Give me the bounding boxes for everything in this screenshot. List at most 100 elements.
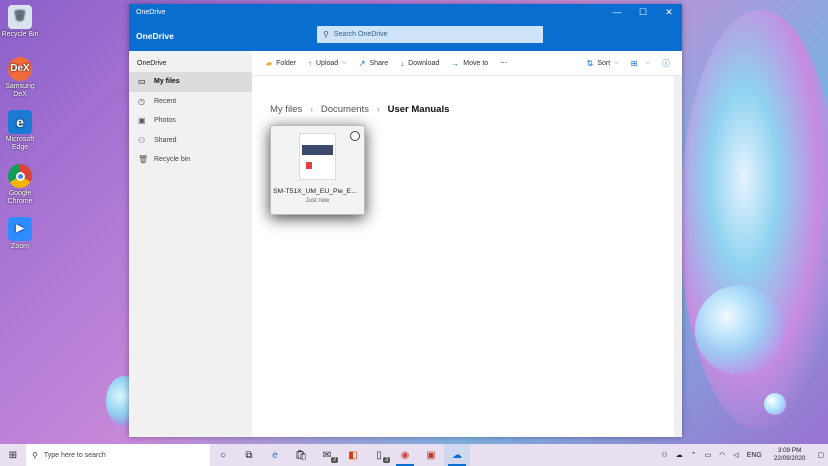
taskbar: ⊞ ⚲ Type here to search ○ ⧉ e 🛍 ✉ 2 ◧ ▯ 3 …: [0, 444, 828, 466]
search-input[interactable]: ⚲ Search OneDrive: [317, 26, 543, 43]
clock[interactable]: 3:09 PM 22/09/2020: [774, 447, 806, 463]
edge-icon: e: [8, 110, 32, 134]
grid-view-icon: ⊞: [630, 58, 638, 68]
info-button[interactable]: ⓘ: [662, 58, 674, 69]
download-icon: ↓: [400, 58, 405, 68]
close-button[interactable]: ✕: [656, 7, 682, 18]
command-bar: ▰ Folder ↑ Upload ⌵ ↗ Share ↓ Download →…: [252, 51, 682, 76]
desktop-icon-label: Samsung DeX: [5, 83, 35, 98]
move-to-button[interactable]: → Move to: [451, 59, 488, 68]
file-modified: Just now: [305, 198, 330, 204]
store-icon[interactable]: 🛍: [288, 444, 314, 466]
chevron-right-icon: ›: [310, 105, 313, 114]
clock-icon: ◷: [138, 96, 145, 106]
people-icon[interactable]: ⚇: [661, 451, 667, 459]
sidebar-item-label: Shared: [154, 136, 177, 144]
onedrive-window: OneDrive — ☐ ✕ OneDrive ⚲ Search OneDriv…: [129, 4, 682, 437]
sort-button[interactable]: ⇅ Sort ⌵: [587, 59, 619, 68]
minimize-button[interactable]: —: [604, 7, 630, 18]
zoom-icon: ▶: [8, 217, 32, 241]
sidebar-item-label: Recent: [154, 97, 177, 105]
desktop-icon-zoom[interactable]: ▶ Zoom: [0, 217, 40, 251]
language-indicator[interactable]: ENG: [747, 452, 762, 459]
desktop-icon-edge[interactable]: e Microsoft Edge: [0, 110, 40, 152]
sidebar-item-my-files[interactable]: ▭ My files: [129, 72, 252, 92]
desktop-icon-recycle-bin[interactable]: 🗑 Recycle Bin: [0, 5, 40, 39]
search-icon: ⚲: [323, 30, 329, 39]
desktop-icon-label: Recycle Bin: [1, 31, 39, 38]
sidebar: OneDrive ▭ My files ◷ Recent ▣ Photos ⚇ …: [129, 51, 252, 437]
folder-icon: ▰: [266, 58, 273, 68]
taskbar-search[interactable]: ⚲ Type here to search: [26, 444, 210, 466]
chevron-down-icon: ⌵: [645, 59, 650, 66]
breadcrumb-current: User Manuals: [387, 104, 450, 115]
sort-icon: ⇅: [586, 58, 594, 68]
file-thumbnail: [299, 133, 336, 180]
upload-button[interactable]: ↑ Upload ⌵: [308, 59, 347, 68]
sidebar-item-label: My files: [154, 78, 180, 86]
new-folder-button[interactable]: ▰ Folder: [266, 59, 296, 68]
battery-icon[interactable]: ▭: [705, 451, 712, 459]
chevron-down-icon: ⌵: [614, 59, 619, 66]
task-view-icon[interactable]: ⧉: [236, 444, 262, 466]
sidebar-item-photos[interactable]: ▣ Photos: [129, 111, 252, 131]
mail-icon[interactable]: ✉ 2: [314, 444, 340, 466]
edge-taskbar-icon[interactable]: e: [262, 444, 288, 466]
share-button[interactable]: ↗ Share: [359, 59, 388, 68]
sidebar-item-shared[interactable]: ⚇ Shared: [129, 131, 252, 151]
people-icon: ⚇: [138, 135, 146, 145]
chevron-up-icon[interactable]: ⌃: [691, 451, 697, 459]
wallpaper-bubble: [764, 393, 786, 415]
maximize-button[interactable]: ☐: [630, 7, 656, 18]
recycle-bin-icon: 🗑: [8, 5, 32, 29]
onedrive-taskbar-icon[interactable]: ☁: [444, 444, 470, 466]
phone-badge: 3: [383, 457, 390, 463]
search-placeholder: Search OneDrive: [333, 31, 388, 38]
chevron-down-icon: ⌵: [342, 59, 347, 66]
window-title: OneDrive: [136, 9, 166, 16]
image-icon: ▣: [138, 116, 146, 126]
start-button[interactable]: ⊞: [0, 450, 26, 461]
breadcrumb-item[interactable]: Documents: [321, 104, 369, 115]
sidebar-item-label: Photos: [154, 117, 176, 125]
desktop-icon-label: Microsoft Edge: [5, 136, 35, 151]
phone-icon[interactable]: ▯ 3: [366, 444, 392, 466]
system-tray: ⚇ ☁ ⌃ ▭ ◠ ◁ ENG 3:09 PM 22/09/2020 ▢: [657, 444, 828, 466]
app-brand[interactable]: OneDrive: [136, 31, 174, 41]
chevron-right-icon: ›: [376, 105, 380, 114]
desktop-icon-chrome[interactable]: Google Chrome: [0, 164, 40, 206]
scrollbar[interactable]: [674, 76, 682, 437]
breadcrumb-item[interactable]: My files: [270, 104, 302, 115]
download-button[interactable]: ↓ Download: [400, 59, 439, 68]
mail-badge: 2: [331, 457, 338, 463]
sidebar-title: OneDrive: [137, 60, 167, 67]
search-icon: ⚲: [32, 450, 38, 460]
desktop-icon-label: Google Chrome: [7, 190, 33, 205]
move-icon: →: [451, 58, 460, 68]
volume-icon[interactable]: ◁: [733, 451, 738, 459]
breadcrumb: My files › Documents › User Manuals: [270, 104, 449, 115]
cortana-icon[interactable]: ○: [210, 444, 236, 466]
photos-icon[interactable]: ▣: [418, 444, 444, 466]
file-tile[interactable]: SM-T51X_UM_EU_Pie_E... Just now: [270, 125, 365, 215]
pdf-icon: [306, 162, 312, 169]
chrome-icon: [8, 164, 32, 188]
dex-icon: DeX: [8, 57, 32, 81]
file-name: SM-T51X_UM_EU_Pie_E...: [273, 188, 357, 195]
desktop-icon-samsung-dex[interactable]: DeX Samsung DeX: [0, 57, 40, 99]
sidebar-item-label: Recycle bin: [154, 156, 191, 164]
info-icon: ⓘ: [662, 58, 670, 68]
desktop-icon-label: Zoom: [11, 243, 29, 250]
select-checkbox[interactable]: [350, 131, 360, 141]
sidebar-item-recent[interactable]: ◷ Recent: [129, 92, 252, 112]
sidebar-item-recycle-bin[interactable]: 🗑 Recycle bin: [129, 150, 252, 170]
upload-icon: ↑: [308, 58, 312, 68]
main-content: ▰ Folder ↑ Upload ⌵ ↗ Share ↓ Download →…: [252, 51, 682, 437]
chrome-taskbar-icon[interactable]: ◉: [392, 444, 418, 466]
more-commands-button[interactable]: ⋯: [500, 59, 507, 67]
notification-icon[interactable]: ▢: [817, 451, 824, 459]
office-icon[interactable]: ◧: [340, 444, 366, 466]
wifi-icon[interactable]: ◠: [719, 451, 725, 459]
view-options-button[interactable]: ⊞ ⌵: [631, 59, 650, 68]
cloud-icon[interactable]: ☁: [676, 451, 683, 459]
